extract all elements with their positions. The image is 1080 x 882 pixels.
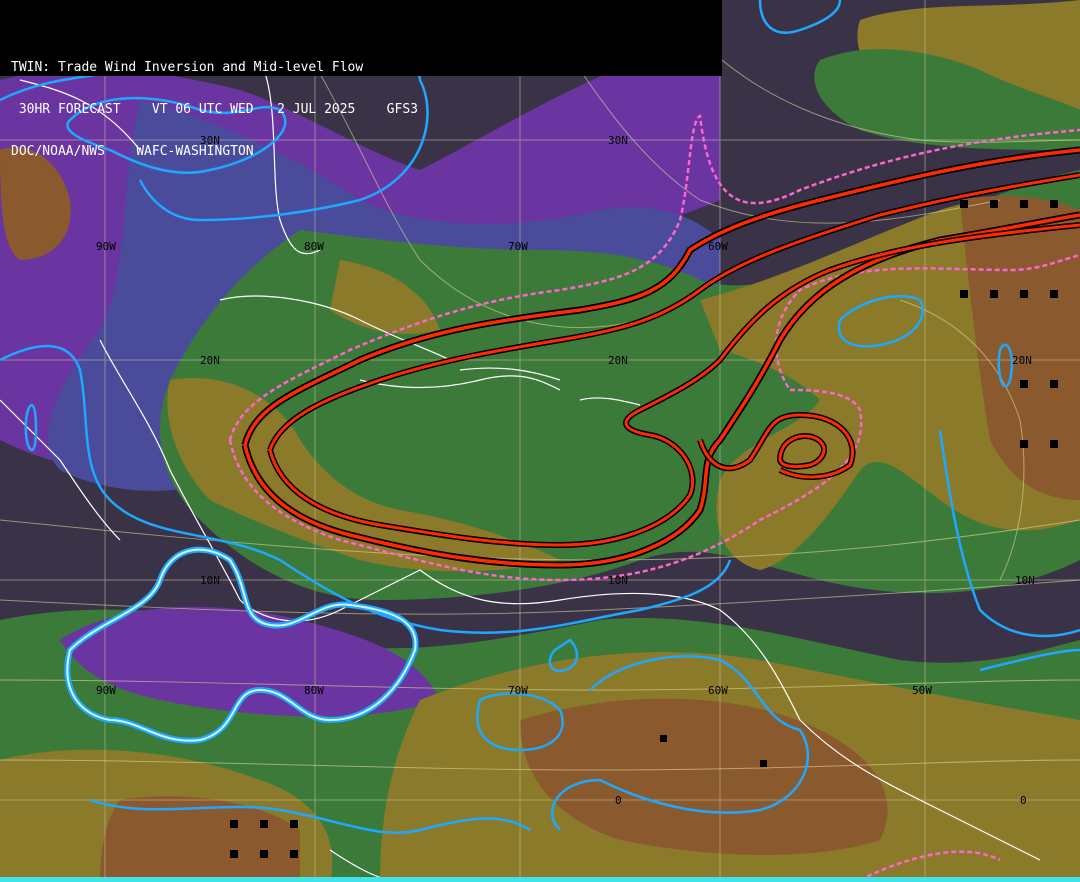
lat-label-0: 0 bbox=[615, 794, 622, 807]
lon-label-70w: 70W bbox=[508, 240, 528, 253]
lon-label-60w-south: 60W bbox=[708, 684, 728, 697]
lon-label-80w-south: 80W bbox=[304, 684, 324, 697]
map-title-block: TWIN: Trade Wind Inversion and Mid-level… bbox=[0, 0, 722, 159]
lat-label-20n-mid: 20N bbox=[608, 354, 628, 367]
lon-label-90w: 90W bbox=[96, 240, 116, 253]
forecast-valid-time: 30HR FORECAST VT 06 UTC WED 2 JUL 2025 G… bbox=[11, 102, 418, 117]
map-title: TWIN: Trade Wind Inversion and Mid-level… bbox=[11, 60, 364, 75]
lon-label-60w: 60W bbox=[708, 240, 728, 253]
lat-label-10n-east: 10N bbox=[1015, 574, 1035, 587]
lat-label-0-east: 0 bbox=[1020, 794, 1027, 807]
lon-label-90w-south: 90W bbox=[96, 684, 116, 697]
lat-label-20n: 20N bbox=[200, 354, 220, 367]
lon-label-80w: 80W bbox=[304, 240, 324, 253]
lat-label-20n-east: 20N bbox=[1012, 354, 1032, 367]
lat-label-10n: 10N bbox=[200, 574, 220, 587]
lat-label-10n-mid: 10N bbox=[608, 574, 628, 587]
bottom-border-bar bbox=[0, 877, 1080, 882]
lon-label-50w-south: 50W bbox=[912, 684, 932, 697]
lon-label-70w-south: 70W bbox=[508, 684, 528, 697]
issuing-agency: DOC/NOAA/NWS WAFC-WASHINGTON bbox=[11, 144, 254, 159]
